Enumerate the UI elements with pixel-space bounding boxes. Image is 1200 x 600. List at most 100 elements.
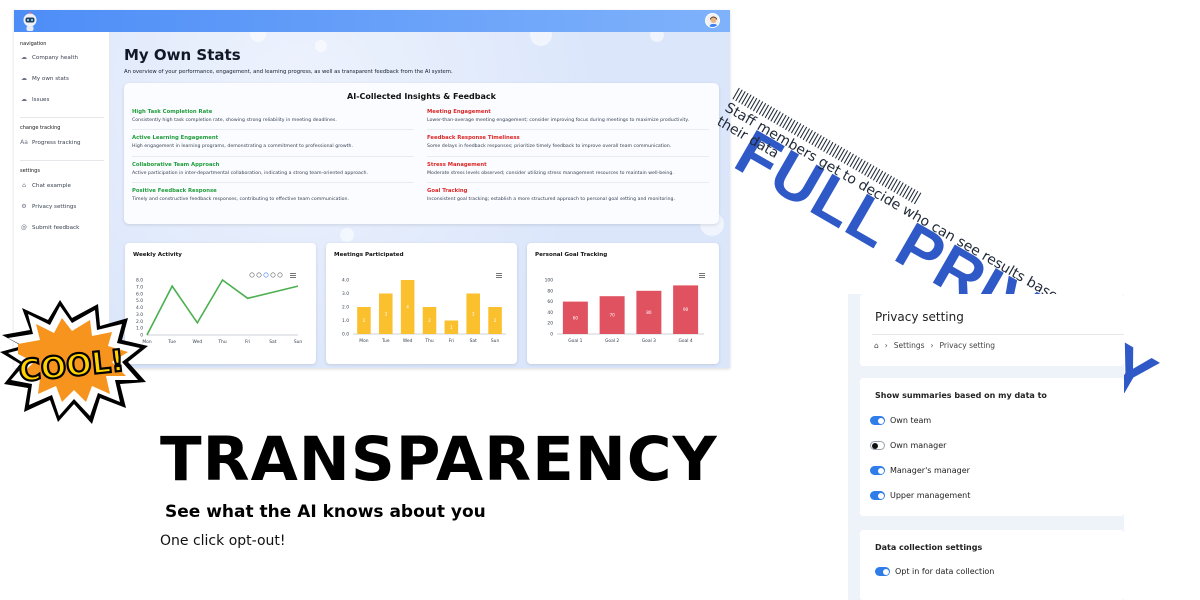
- sidebar-item-privacy-settings[interactable]: ⚙ Privacy settings: [20, 203, 76, 210]
- insight-divider: [132, 129, 414, 130]
- data-collection-card: Data collection settings Opt in for data…: [860, 530, 1124, 600]
- decorative-bubble: [530, 32, 552, 46]
- bar-value-label: 70: [609, 313, 615, 318]
- y-tick-label: 1.0: [342, 318, 349, 324]
- insight-divider: [132, 182, 414, 183]
- insight-description: Inconsistent goal tracking; establish a …: [427, 197, 675, 202]
- chart-toolbar: [249, 272, 283, 278]
- hamburger-menu-icon[interactable]: [290, 273, 296, 278]
- insights-title: AI-Collected Insights & Feedback: [347, 92, 496, 101]
- hamburger-menu-icon[interactable]: [496, 273, 502, 278]
- at-icon: @: [21, 224, 27, 231]
- toggle-switch-on[interactable]: [875, 567, 890, 576]
- sidebar-item-chat-example[interactable]: ⌂ Chat example: [20, 182, 71, 189]
- toggle-label: Opt in for data collection: [895, 567, 995, 576]
- sidebar-item-label: My own stats: [32, 75, 69, 82]
- insight-positive: Positive Feedback Response Timely and co…: [132, 188, 412, 202]
- transparency-subtitle: See what the AI knows about you: [165, 502, 486, 522]
- x-tick-label: Tue: [381, 338, 390, 344]
- home-icon: ⌂: [22, 182, 26, 189]
- y-tick-label: 3.0: [342, 291, 349, 297]
- insight-description: Consistently high task completion rate, …: [132, 118, 337, 123]
- gear-icon: ⚙: [21, 203, 27, 210]
- x-tick-label: Goal 1: [568, 338, 582, 344]
- x-tick-label: Sat: [470, 338, 477, 344]
- bar-value-label: 2: [428, 318, 431, 323]
- cool-burst-graphic: COOL!: [0, 300, 148, 424]
- insight-title: Feedback Response Timeliness: [427, 135, 520, 141]
- page-title: Privacy setting: [875, 310, 964, 324]
- menu-line: [496, 273, 502, 274]
- sidebar-item-my-own-stats[interactable]: ☁ My own stats: [20, 75, 69, 82]
- sidebar-divider: [20, 117, 104, 118]
- decorative-bubble: [315, 40, 327, 52]
- hamburger-menu-icon[interactable]: [699, 273, 705, 278]
- sidebar-divider: [20, 160, 104, 161]
- sidebar-item-issues[interactable]: ☁ Issues: [20, 96, 49, 103]
- x-tick-label: Wed: [403, 338, 413, 344]
- share-settings-card: Show summaries based on my data to Own t…: [860, 378, 1124, 516]
- toggle-switch-on[interactable]: [870, 491, 885, 500]
- bar-value-label: 4: [406, 305, 409, 310]
- sidebar-item-submit-feedback[interactable]: @ Submit feedback: [20, 224, 79, 231]
- sidebar-item-label: Progress tracking: [32, 139, 81, 146]
- insights-card: AI-Collected Insights & Feedback High Ta…: [124, 83, 719, 224]
- chevron-right-icon: ›: [930, 341, 934, 350]
- toggle-row-managers-manager[interactable]: Manager's manager: [870, 466, 970, 475]
- pan-icon[interactable]: [270, 272, 276, 278]
- bar-value-label: 80: [646, 310, 652, 315]
- toggle-row-data-collection[interactable]: Opt in for data collection: [875, 567, 994, 576]
- bar-value-label: 1: [450, 325, 453, 330]
- home-icon[interactable]: ⌂: [874, 341, 879, 350]
- y-tick-label: 4.0: [342, 278, 349, 284]
- x-tick-label: Tue: [167, 339, 176, 345]
- insight-title: Meeting Engagement: [427, 109, 491, 115]
- insight-title: Goal Tracking: [427, 188, 468, 194]
- sidebar-item-progress-tracking[interactable]: Aa Progress tracking: [20, 139, 81, 146]
- insight-title: Active Learning Engagement: [132, 135, 219, 141]
- header-divider: [872, 334, 1124, 335]
- toggle-switch-on[interactable]: [870, 466, 885, 475]
- menu-line: [290, 275, 296, 276]
- x-tick-label: Sun: [491, 338, 500, 344]
- toggle-switch-off[interactable]: [870, 441, 885, 450]
- y-tick-label: 7.0: [136, 284, 143, 290]
- menu-line: [699, 275, 705, 276]
- x-tick-label: Wed: [193, 339, 203, 345]
- sidebar-item-company-health[interactable]: ☁ Company health: [20, 54, 78, 61]
- personal-goal-tracking-chart: 100 80 60 40 20 0 60 Goal 1 70 Goal 2 80 Goal 3 90 Go…: [545, 273, 705, 344]
- toggle-row-own-team[interactable]: Own team: [870, 416, 931, 425]
- home-icon[interactable]: [277, 272, 283, 278]
- breadcrumb-settings[interactable]: Settings: [894, 341, 925, 350]
- cloud-icon: ☁: [21, 96, 27, 103]
- menu-line: [496, 277, 502, 278]
- x-tick-label: Goal 3: [642, 338, 656, 344]
- insight-description: Timely and constructive feedback respons…: [132, 197, 349, 202]
- cloud-icon: ☁: [21, 75, 27, 82]
- toggle-label: Own team: [890, 416, 932, 425]
- main-content: My Own Stats An overview of your perform…: [110, 32, 730, 368]
- insight-description: High engagement in learning programs, de…: [132, 144, 354, 149]
- toggle-row-own-manager[interactable]: Own manager: [870, 441, 946, 450]
- insight-description: Lower-than-average meeting engagement; c…: [427, 118, 689, 123]
- zoom-out-icon[interactable]: [256, 272, 262, 278]
- line-series: [146, 278, 299, 336]
- menu-line: [290, 273, 296, 274]
- bar-value-label: 2: [494, 318, 497, 323]
- zoom-in-icon[interactable]: [249, 272, 255, 278]
- decorative-bubble: [340, 228, 354, 242]
- x-tick-label: Sat: [269, 339, 276, 345]
- avatar-face-icon: [709, 16, 718, 27]
- search-icon[interactable]: [263, 272, 269, 278]
- sidebar-item-label: Chat example: [32, 182, 71, 189]
- toggle-label: Upper management: [890, 491, 971, 500]
- user-avatar[interactable]: [705, 13, 720, 28]
- y-tick-label: 2.0: [342, 305, 349, 311]
- sidebar-section-change-tracking: change tracking: [20, 125, 61, 131]
- toggle-switch-on[interactable]: [870, 416, 885, 425]
- insight-description: Moderate stress levels observed; conside…: [427, 171, 674, 176]
- toggle-row-upper-management[interactable]: Upper management: [870, 491, 970, 500]
- y-tick-label: 80: [547, 288, 553, 294]
- sidebar-section-settings: settings: [20, 168, 40, 174]
- sidebar-item-label: Issues: [32, 96, 50, 103]
